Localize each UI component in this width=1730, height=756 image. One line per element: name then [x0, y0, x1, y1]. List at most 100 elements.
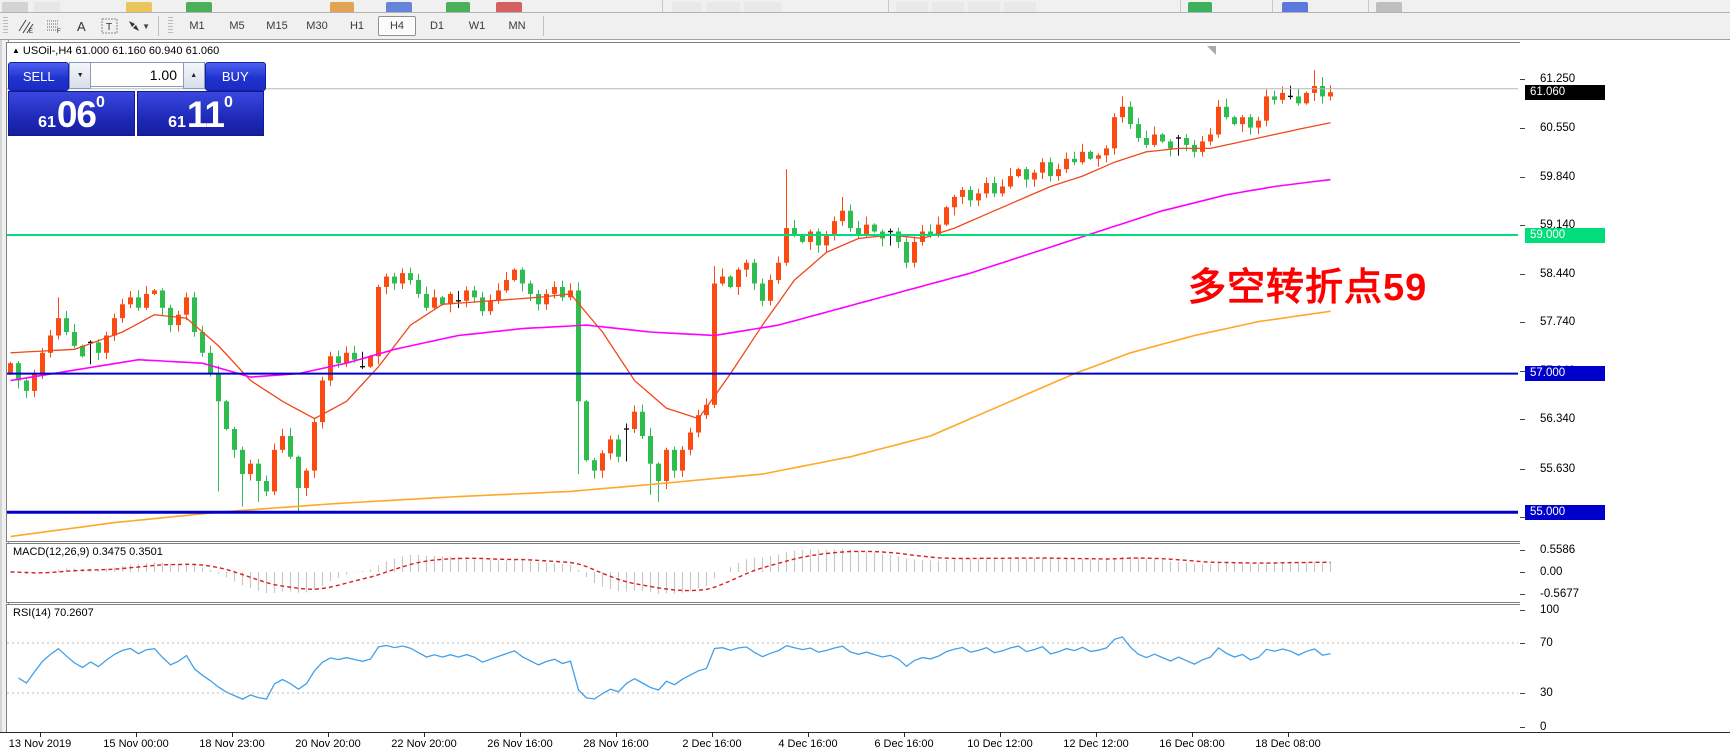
candle-body	[200, 332, 205, 353]
cropped-toolbar-icon[interactable]	[186, 2, 212, 12]
rsi-tick	[1520, 726, 1525, 728]
timeframe-button-h1[interactable]: H1	[338, 16, 376, 36]
candle-body	[56, 318, 61, 336]
cropped-toolbar-icon[interactable]	[446, 2, 470, 12]
timeframe-button-w1[interactable]: W1	[458, 16, 496, 36]
toolbar-grip[interactable]	[168, 17, 173, 35]
candle-body	[16, 363, 21, 381]
arrow-tools-icon[interactable]: ▼	[126, 16, 150, 36]
candle-body	[224, 401, 229, 430]
candle-body	[1200, 141, 1205, 152]
sell-button[interactable]: SELL	[8, 62, 70, 91]
macd-panel[interactable]	[6, 543, 1521, 603]
candle-body	[528, 283, 533, 294]
candle-body	[64, 318, 69, 333]
candle-body	[256, 463, 261, 482]
macd-tick	[1520, 572, 1525, 573]
timeframe-button-mn[interactable]: MN	[498, 16, 536, 36]
cropped-toolbar-icon[interactable]	[1282, 2, 1308, 12]
timeframe-button-d1[interactable]: D1	[418, 16, 456, 36]
candle-body	[440, 297, 445, 305]
cropped-toolbar-icon[interactable]	[896, 2, 928, 12]
volume-down-spinner[interactable]: ▼	[69, 62, 91, 89]
candle-body	[1168, 141, 1173, 149]
timeframe-button-m30[interactable]: M30	[298, 16, 336, 36]
candle-body	[992, 183, 997, 194]
bid-quote[interactable]: 61 06 0	[8, 91, 135, 136]
equidistant-channel-icon[interactable]: E	[14, 16, 38, 36]
chart-text-annotation[interactable]: 多空转折点59	[1188, 256, 1427, 311]
macd-label: MACD(12,26,9) 0.3475 0.3501	[13, 546, 163, 558]
candle-body	[856, 228, 861, 235]
candle-body	[648, 435, 653, 464]
timeframe-button-m5[interactable]: M5	[218, 16, 256, 36]
candle-body	[208, 352, 213, 374]
cropped-toolbar-icon[interactable]	[672, 2, 702, 12]
rsi-tick	[1520, 643, 1525, 644]
macd-chart[interactable]	[7, 544, 1518, 600]
cropped-toolbar-icon[interactable]	[1004, 2, 1036, 12]
candle-body	[40, 352, 45, 374]
candle-body	[640, 411, 645, 436]
text-label-icon[interactable]: T	[98, 16, 122, 36]
cropped-toolbar-icon[interactable]	[932, 2, 964, 12]
rsi-chart[interactable]	[7, 605, 1518, 730]
cropped-toolbar-icon[interactable]	[386, 2, 412, 12]
fibonacci-lines-icon[interactable]: F	[42, 16, 66, 36]
cropped-toolbar-icon[interactable]	[1188, 2, 1212, 12]
candle-body	[1232, 117, 1237, 125]
candle-body	[752, 262, 757, 284]
volume-up-spinner[interactable]: ▲	[183, 62, 205, 89]
candle-body	[496, 290, 501, 301]
top-toolbar-strip	[0, 0, 1730, 13]
cropped-toolbar-icon[interactable]	[126, 2, 152, 12]
candle-body	[840, 210, 845, 222]
toolbar-separator	[662, 0, 663, 12]
candle-body	[864, 224, 869, 235]
timeframe-button-m1[interactable]: M1	[178, 16, 216, 36]
candle-body	[664, 449, 669, 482]
volume-input[interactable]	[91, 62, 183, 87]
candle-body	[744, 262, 749, 270]
cropped-toolbar-icon[interactable]	[496, 2, 522, 12]
candle-body	[608, 439, 613, 454]
toolbar-grip[interactable]	[3, 17, 8, 35]
cropped-toolbar-icon[interactable]	[330, 2, 354, 12]
candle-body	[1032, 172, 1037, 180]
time-axis-label: 18 Dec 08:00	[1255, 738, 1321, 750]
candle-body	[1208, 134, 1213, 142]
candle-body	[368, 356, 373, 367]
time-axis[interactable]: 13 Nov 2019 15 Nov 00:00 18 Nov 23:00 20 No…	[0, 732, 1730, 756]
ask-main: 11	[186, 94, 225, 135]
bid-prefix: 61	[38, 114, 56, 131]
ma-slow-line	[10, 310, 1331, 538]
timeframe-button-m15[interactable]: M15	[258, 16, 296, 36]
cropped-toolbar-icon[interactable]	[2, 2, 28, 12]
cropped-toolbar-icon[interactable]	[968, 2, 1000, 12]
price-badge: 59.000	[1525, 227, 1605, 243]
price-axis[interactable]: 61.25060.55059.84059.14058.44057.74057.0…	[1520, 40, 1730, 733]
candle-body	[536, 293, 541, 305]
candle-body	[960, 189, 965, 197]
cropped-toolbar-icon[interactable]	[744, 2, 782, 12]
cropped-toolbar-icon[interactable]	[1376, 2, 1402, 12]
cropped-toolbar-icon[interactable]	[34, 2, 60, 12]
candle-body	[512, 269, 517, 281]
cropped-toolbar-icon[interactable]	[706, 2, 740, 12]
buy-button[interactable]: BUY	[204, 62, 266, 91]
rsi-tick	[1520, 609, 1525, 611]
price-tick	[1520, 127, 1525, 129]
candle-body	[464, 290, 469, 301]
candle-body	[1056, 169, 1061, 177]
rsi-panel[interactable]	[6, 604, 1521, 733]
candle-body	[160, 290, 165, 308]
timeframe-button-h4[interactable]: H4	[378, 16, 416, 36]
candle-body	[688, 432, 693, 450]
candle-body	[616, 439, 621, 457]
time-tick	[712, 733, 713, 737]
candle-body	[24, 380, 29, 391]
text-icon[interactable]: A	[70, 16, 94, 36]
one-click-trade-panel: SELL ▼ ▲ BUY 61 06 0 61 11 0	[8, 62, 266, 136]
candle-body	[776, 262, 781, 281]
ask-quote[interactable]: 61 11 0	[137, 91, 264, 136]
